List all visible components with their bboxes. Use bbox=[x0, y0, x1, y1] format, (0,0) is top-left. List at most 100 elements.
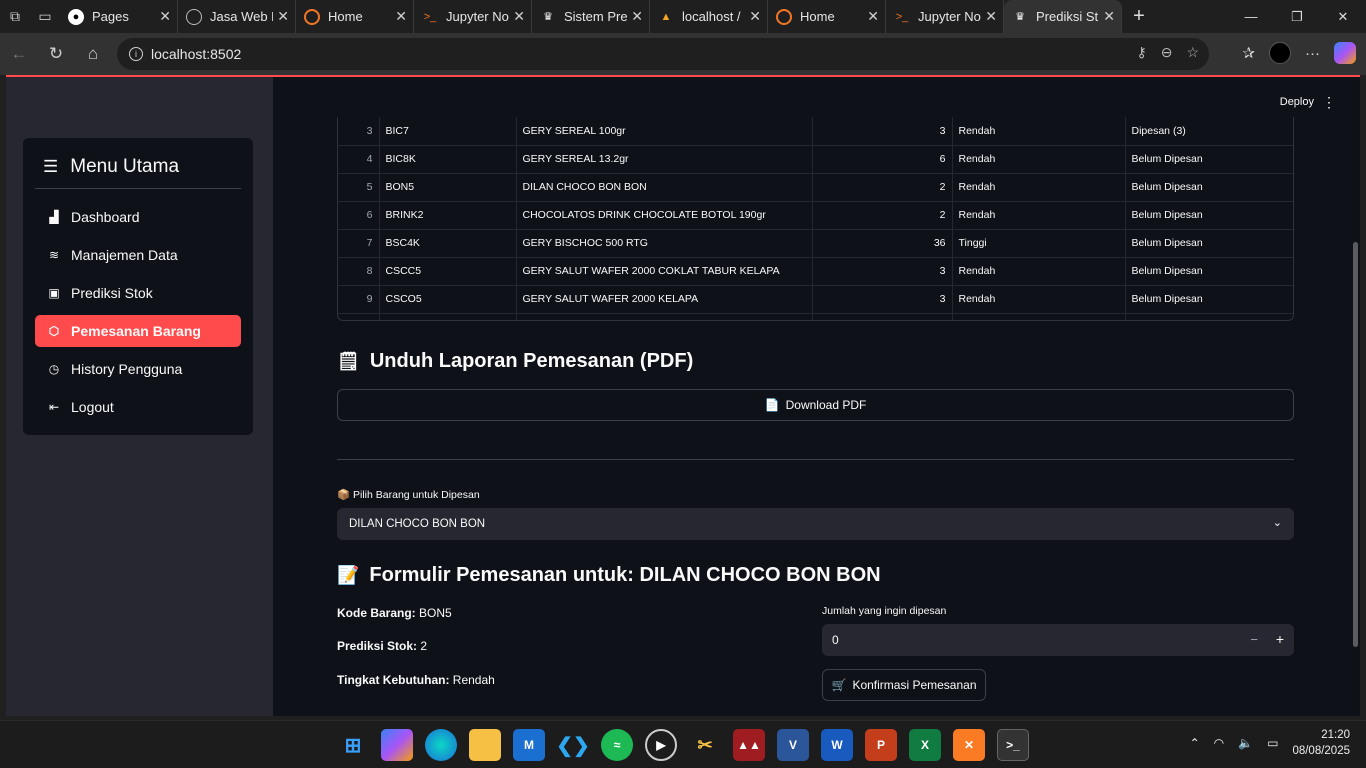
clock[interactable]: 21:20 08/08/2025 bbox=[1292, 727, 1350, 759]
battery-icon[interactable]: ▭ bbox=[1267, 736, 1278, 750]
table-row: 8 CSCC5 GERY SALUT WAFER 2000 COKLAT TABUR… bbox=[338, 257, 1293, 286]
divider bbox=[337, 459, 1294, 460]
minimize-icon[interactable]: — bbox=[1228, 0, 1274, 33]
increment-button[interactable]: + bbox=[1276, 631, 1284, 647]
copilot-taskbar-icon[interactable] bbox=[381, 729, 413, 761]
more-icon[interactable]: ··· bbox=[1305, 45, 1320, 62]
kebab-menu-icon[interactable]: ⋮ bbox=[1322, 94, 1336, 111]
table-row: 6 BRINK2 CHOCOLATOS DRINK CHOCOLATE BOTOL … bbox=[338, 201, 1293, 230]
close-icon[interactable]: ✕ bbox=[985, 8, 997, 25]
close-window-icon[interactable]: ✕ bbox=[1320, 0, 1366, 33]
browser-tab-active[interactable]: ♛ Prediksi St ✕ bbox=[1004, 0, 1122, 33]
home-icon[interactable]: ⌂ bbox=[75, 36, 111, 72]
terminal-taskbar-icon[interactable]: >_ bbox=[997, 729, 1029, 761]
url-field[interactable]: i localhost:8502 ⚷ ⊖ ☆ bbox=[117, 38, 1209, 70]
chevron-up-icon[interactable]: ⌃ bbox=[1190, 736, 1200, 750]
quantity-stepper[interactable]: 0 − + bbox=[822, 624, 1294, 656]
powerpoint-icon[interactable]: P bbox=[865, 729, 897, 761]
workspaces-icon[interactable]: ⧉ bbox=[0, 0, 30, 33]
windows-start-icon[interactable]: ⊞ bbox=[337, 729, 369, 761]
decrement-button[interactable]: − bbox=[1250, 632, 1258, 647]
table-cell-empty bbox=[338, 313, 380, 320]
info-icon[interactable]: i bbox=[129, 47, 143, 61]
close-icon[interactable]: ✕ bbox=[395, 8, 407, 25]
favorites-icon[interactable]: ✰ bbox=[1242, 44, 1255, 62]
close-icon[interactable]: ✕ bbox=[159, 8, 171, 25]
prediksi-stok-field: Prediksi Stok: 2 bbox=[337, 639, 427, 653]
table-cell-pred: 2 bbox=[812, 201, 953, 230]
table-cell-kode: BON5 bbox=[379, 173, 517, 202]
quantity-value[interactable]: 0 bbox=[832, 633, 839, 647]
close-icon[interactable]: ✕ bbox=[277, 8, 289, 25]
xampp-icon[interactable]: ✕ bbox=[953, 729, 985, 761]
file-explorer-icon[interactable] bbox=[469, 729, 501, 761]
deploy-button[interactable]: Deploy bbox=[1280, 96, 1314, 108]
sidebar-item-history-pengguna[interactable]: ◷ History Pengguna bbox=[35, 353, 241, 385]
browser-tab[interactable]: ♛ Sistem Pre ✕ bbox=[532, 0, 650, 33]
browser-tab[interactable]: >_ Jupyter No ✕ bbox=[886, 0, 1004, 33]
photo-editor-icon[interactable]: M bbox=[513, 729, 545, 761]
cart-icon: 🛒 bbox=[831, 678, 847, 692]
spotify-icon[interactable]: ≈ bbox=[601, 729, 633, 761]
wifi-icon[interactable]: ◠ bbox=[1214, 736, 1224, 750]
sidebar-item-label: Pemesanan Barang bbox=[71, 323, 201, 339]
form-heading-text: Formulir Pemesanan untuk: DILAN CHOCO BO… bbox=[369, 564, 881, 586]
tingkat-label: Tingkat Kebutuhan: bbox=[337, 673, 450, 687]
profile-avatar[interactable] bbox=[1269, 42, 1291, 64]
new-tab-icon[interactable]: + bbox=[1122, 5, 1156, 28]
download-pdf-button[interactable]: 📄 Download PDF bbox=[337, 389, 1294, 421]
browser-tab[interactable]: ● Pages ✕ bbox=[60, 0, 178, 33]
volume-icon[interactable]: 🔈 bbox=[1238, 736, 1253, 750]
close-icon[interactable]: ✕ bbox=[1103, 8, 1115, 25]
tab-actions-icon[interactable]: ▭ bbox=[30, 0, 60, 33]
browser-tab[interactable]: ▲ localhost / ✕ bbox=[650, 0, 768, 33]
maximize-icon[interactable]: ❐ bbox=[1274, 0, 1320, 33]
word-icon[interactable]: W bbox=[821, 729, 853, 761]
streamlit-icon: ♛ bbox=[543, 11, 553, 23]
scrollbar[interactable] bbox=[1353, 242, 1358, 647]
close-icon[interactable]: ✕ bbox=[749, 8, 761, 25]
close-icon[interactable]: ✕ bbox=[867, 8, 879, 25]
favorite-star-icon[interactable]: ☆ bbox=[1186, 44, 1199, 61]
data-table: 3 BIC7 GERY SEREAL 100gr 3 Rendah Dipesan (3)… bbox=[337, 117, 1294, 321]
back-icon[interactable]: ← bbox=[1, 36, 37, 72]
download-pdf-label: Download PDF bbox=[785, 398, 867, 412]
mendeley-icon[interactable]: ▲▲ bbox=[733, 729, 765, 761]
browser-tab[interactable]: Home ✕ bbox=[296, 0, 414, 33]
table-cell-status: Belum Dipesan bbox=[1125, 257, 1293, 286]
document-icon: 📄 bbox=[764, 398, 780, 412]
media-player-icon[interactable]: ▶ bbox=[645, 729, 677, 761]
visio-icon[interactable]: V bbox=[777, 729, 809, 761]
sidebar-item-manajemen-data[interactable]: ≋ Manajemen Data bbox=[35, 239, 241, 271]
clock-time: 21:20 bbox=[1321, 729, 1350, 741]
confirm-order-button[interactable]: 🛒 Konfirmasi Pemesanan bbox=[822, 669, 986, 701]
sidebar-item-label: Dashboard bbox=[71, 209, 140, 225]
sidebar-item-pemesanan-barang[interactable]: ⬡ Pemesanan Barang bbox=[35, 315, 241, 347]
table-cell-kode: BIC7 bbox=[379, 117, 517, 146]
browser-tab[interactable]: >_ Jupyter No ✕ bbox=[414, 0, 532, 33]
vscode-icon[interactable]: ❮❯ bbox=[556, 729, 590, 761]
edge-icon[interactable] bbox=[425, 729, 457, 761]
close-icon[interactable]: ✕ bbox=[631, 8, 643, 25]
sidebar-item-label: Manajemen Data bbox=[71, 247, 178, 263]
table-cell-empty bbox=[1125, 313, 1293, 320]
sidebar: ☰ Menu Utama ▟ Dashboard ≋ Manajemen Data … bbox=[6, 77, 273, 716]
table-cell-idx: 5 bbox=[338, 173, 380, 202]
snipping-tool-icon[interactable]: ✂ bbox=[689, 729, 721, 761]
item-select[interactable]: DILAN CHOCO BON BON ⌄ bbox=[337, 508, 1294, 540]
browser-tab[interactable]: Jasa Web D ✕ bbox=[178, 0, 296, 33]
sidebar-item-logout[interactable]: ⇤ Logout bbox=[35, 391, 241, 423]
logout-icon: ⇤ bbox=[48, 400, 60, 414]
copilot-icon[interactable] bbox=[1334, 42, 1356, 64]
reload-icon[interactable]: ↻ bbox=[38, 36, 74, 72]
excel-icon[interactable]: X bbox=[909, 729, 941, 761]
table-cell-tingkat: Rendah bbox=[952, 117, 1126, 146]
browser-tab[interactable]: Home ✕ bbox=[768, 0, 886, 33]
bar-chart-icon: ▟ bbox=[49, 210, 59, 224]
close-icon[interactable]: ✕ bbox=[513, 8, 525, 25]
zoom-icon[interactable]: ⊖ bbox=[1161, 44, 1173, 61]
key-icon[interactable]: ⚷ bbox=[1136, 44, 1146, 61]
sidebar-item-prediksi-stok[interactable]: ▣ Prediksi Stok bbox=[35, 277, 241, 309]
sidebar-item-dashboard[interactable]: ▟ Dashboard bbox=[35, 201, 241, 233]
table-cell-pred: 36 bbox=[812, 229, 953, 258]
